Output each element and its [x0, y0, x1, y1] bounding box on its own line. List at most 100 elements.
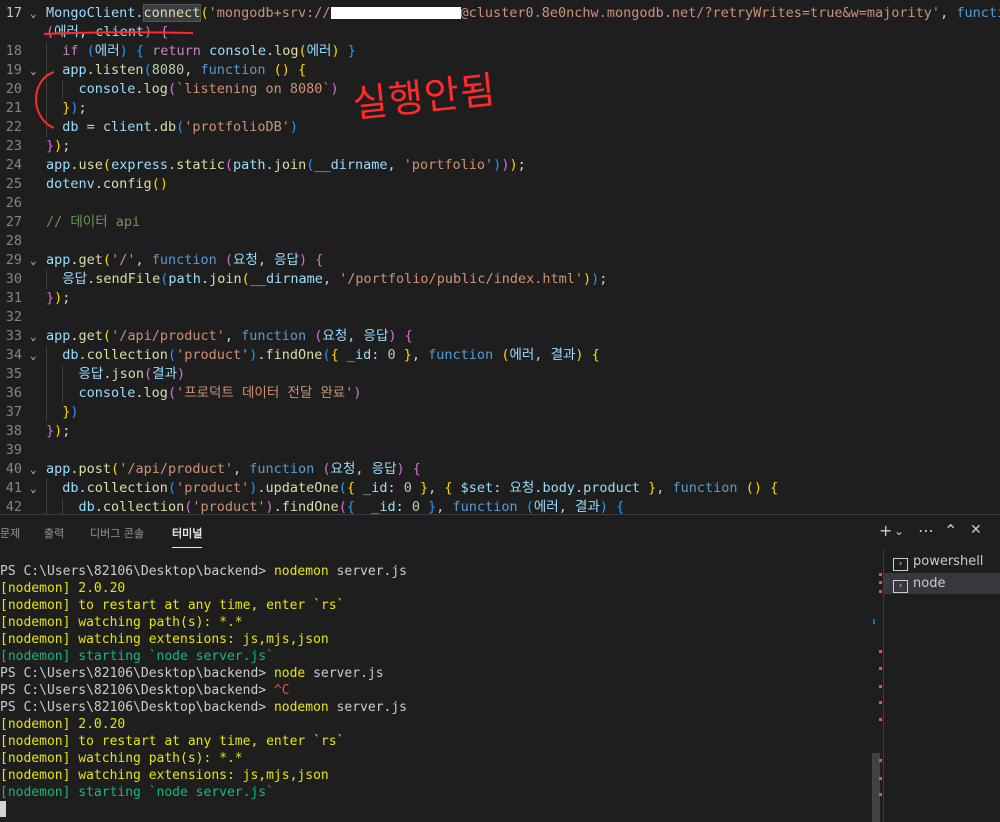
- code-line[interactable]: 39: [0, 441, 1000, 460]
- code-token: findOne: [265, 347, 323, 363]
- code-token: 'product': [176, 480, 250, 496]
- code-token: __dirname: [249, 271, 323, 287]
- code-line[interactable]: 41 ⌄ db.collection('product').updateOne({…: [0, 479, 1000, 498]
- code-token: 결과: [152, 366, 177, 382]
- code-line[interactable]: 18 if (에러) { return console.log(에러) }: [0, 42, 1000, 61]
- terminal-line: [nodemon] watching path(s): *.*: [0, 615, 243, 630]
- panel-tab[interactable]: 터미널: [172, 525, 203, 548]
- code-line[interactable]: 27 // 데이터 api: [0, 213, 1000, 232]
- code-token: {: [761, 480, 779, 496]
- terminal-list-item[interactable]: › powershell: [884, 551, 1000, 572]
- code-token: ): [70, 404, 79, 420]
- fold-chevron-icon[interactable]: ⌄: [30, 327, 37, 346]
- terminal-list-item[interactable]: › node: [884, 573, 1000, 594]
- code-token: }: [46, 423, 55, 439]
- code-line[interactable]: 21 });: [0, 99, 1000, 118]
- terminal-dropdown-icon[interactable]: ⌄: [894, 524, 904, 538]
- code-line[interactable]: 29 ⌄ app.get('/', function (요청, 응답) {: [0, 251, 1000, 270]
- terminal-line: [nodemon] to restart at any time, enter …: [0, 734, 345, 749]
- panel-tab[interactable]: 출력: [44, 525, 64, 541]
- code-line[interactable]: 24 app.use(express.static(path.join(__dir…: [0, 156, 1000, 175]
- code-token: 요청: [233, 252, 258, 268]
- maximize-panel-icon[interactable]: ⌃: [944, 521, 957, 540]
- code-token: app: [46, 328, 71, 344]
- code-token: ,: [224, 328, 242, 344]
- code-line[interactable]: 38});: [0, 422, 1000, 441]
- code-line[interactable]: 17 ⌄ MongoClient.connect('mongodb+srv:// @c…: [0, 4, 1000, 23]
- code-editor[interactable]: 17 ⌄ MongoClient.connect('mongodb+srv://@c…: [0, 0, 1000, 514]
- line-number: 28: [5, 233, 22, 249]
- terminal-line: [nodemon] watching extensions: js,mjs,js…: [0, 768, 329, 783]
- code-token: updateOne: [265, 480, 339, 496]
- code-line[interactable]: 40 ⌄ app.post('/api/product', function (요청…: [0, 460, 1000, 479]
- code-text: 응답.sendFile(path.join(__dirname, '/portf…: [46, 270, 607, 289]
- code-token: 에러: [306, 43, 332, 59]
- terminal-output[interactable]: PS C:\Users\82106\Desktop\backend> nodem…: [0, 563, 880, 822]
- code-line[interactable]: 32: [0, 308, 1000, 327]
- code-token: :: [493, 480, 510, 496]
- code-token: (): [265, 62, 290, 78]
- line-number: 17: [5, 5, 22, 21]
- code-token: {: [152, 24, 169, 40]
- code-line[interactable]: 31});: [0, 289, 1000, 308]
- terminal-line: PS C:\Users\82106\Desktop\backend> node …: [0, 666, 384, 681]
- code-token: .: [70, 328, 79, 344]
- code-token: (: [167, 480, 177, 496]
- code-token: 0: [387, 347, 396, 363]
- code-line[interactable]: 25 dotenv.config(): [0, 175, 1000, 194]
- code-token: (): [737, 480, 762, 496]
- code-token: {: [396, 328, 413, 344]
- code-line[interactable]: 30 응답.sendFile(path.join(__dirname, '/po…: [0, 270, 1000, 289]
- code-line[interactable]: 35 응답.json(결과): [0, 365, 1000, 384]
- terminal-line: PS C:\Users\82106\Desktop\backend> nodem…: [0, 700, 408, 715]
- code-token: (: [241, 271, 250, 287]
- line-number: 42: [5, 499, 22, 514]
- code-token: 요청: [322, 328, 348, 344]
- code-token: .: [70, 461, 79, 477]
- fold-chevron-icon[interactable]: ⌄: [30, 460, 37, 479]
- code-token: .: [257, 480, 266, 496]
- line-number: 40: [5, 461, 22, 477]
- code-line[interactable]: 28: [0, 232, 1000, 251]
- code-line[interactable]: 34 ⌄ db.collection('product').findOne({ _…: [0, 346, 1000, 365]
- code-line[interactable]: 42 db.collection('product').findOne({ _i…: [0, 498, 1000, 514]
- new-terminal-button[interactable]: +: [879, 521, 892, 540]
- code-line[interactable]: 26: [0, 194, 1000, 213]
- code-line[interactable]: (에러, client) {: [0, 23, 1000, 42]
- code-line[interactable]: 19 ⌄ app.listen(8080, function () {: [0, 61, 1000, 80]
- code-token: @cluster0.8e0nchw.mongodb.net/?retryWrit…: [460, 5, 941, 21]
- close-panel-icon[interactable]: ✕: [970, 522, 982, 538]
- code-token: function: [200, 62, 266, 78]
- code-token: }: [411, 480, 429, 496]
- more-actions-icon[interactable]: ⋯: [918, 521, 934, 540]
- code-line[interactable]: 33 ⌄ app.get('/api/product', function (요청,…: [0, 327, 1000, 346]
- code-token: db: [159, 119, 177, 135]
- code-token: function: [452, 499, 518, 514]
- code-token: (: [298, 43, 307, 59]
- code-line[interactable]: 23});: [0, 137, 1000, 156]
- code-token: collection: [86, 347, 168, 363]
- overview-ruler-mark: [879, 685, 882, 688]
- code-token: return: [144, 43, 210, 59]
- code-token: '/': [111, 252, 136, 268]
- code-token: }: [640, 480, 657, 496]
- code-token: db: [46, 347, 79, 363]
- code-line[interactable]: 22 db = client.db('protfolioDB'): [0, 118, 1000, 137]
- code-token: '프로덕트 데이터 전달 완료': [176, 385, 354, 401]
- code-token: ): [331, 43, 340, 59]
- fold-chevron-icon[interactable]: ⌄: [30, 61, 37, 80]
- fold-chevron-icon[interactable]: ⌄: [30, 4, 37, 23]
- fold-chevron-icon[interactable]: ⌄: [30, 346, 37, 365]
- terminal-scrollbar[interactable]: [872, 753, 880, 822]
- code-line[interactable]: 36 console.log('프로덕트 데이터 전달 완료'): [0, 384, 1000, 403]
- fold-chevron-icon[interactable]: ⌄: [30, 479, 37, 498]
- code-token: 에러: [509, 347, 535, 363]
- fold-chevron-icon[interactable]: ⌄: [30, 251, 37, 270]
- panel-tab[interactable]: 디버그 콘솔: [90, 525, 144, 541]
- panel-tab[interactable]: 문제: [0, 525, 20, 541]
- line-number: 18: [5, 43, 22, 59]
- code-line[interactable]: 20 console.log(`listening on 8080`): [0, 80, 1000, 99]
- code-token: (: [167, 347, 177, 363]
- code-line[interactable]: 37 }): [0, 403, 1000, 422]
- code-token: ): [396, 461, 405, 477]
